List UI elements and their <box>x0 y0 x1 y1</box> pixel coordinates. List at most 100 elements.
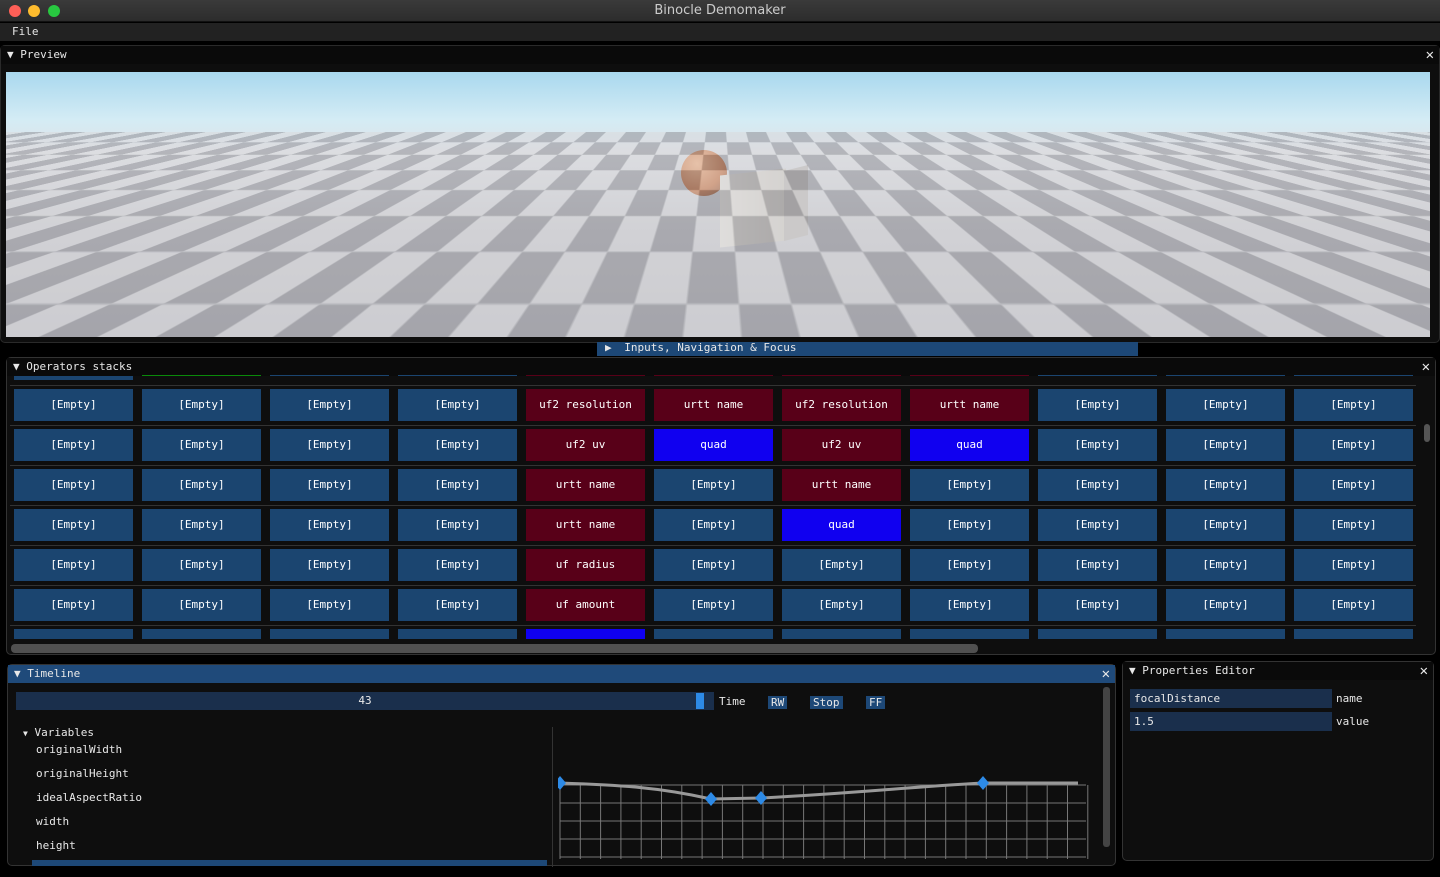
stack-header-10[interactable] <box>1294 375 1413 376</box>
operator-uniform[interactable]: urtt name <box>782 469 901 501</box>
operator-slot-empty[interactable]: [Empty] <box>1166 429 1285 461</box>
properties-header[interactable]: ▼ Properties Editor <box>1123 662 1433 680</box>
operator-uniform[interactable]: uf2 resolution <box>782 389 901 421</box>
operator-quad[interactable]: quad <box>910 429 1029 461</box>
variable-item[interactable]: width <box>36 815 69 828</box>
operator-slot-empty[interactable]: [Empty] <box>1294 469 1413 501</box>
operator-slot-empty[interactable]: [Empty] <box>398 429 517 461</box>
operator-slot-empty[interactable]: [Empty] <box>270 509 389 541</box>
operator-slot-empty[interactable]: [Empty] <box>1294 549 1413 581</box>
operator-uniform[interactable]: urtt name <box>910 389 1029 421</box>
operator-uniform[interactable]: urtt name <box>526 469 645 501</box>
operator-slot-empty[interactable]: [Empty] <box>14 469 133 501</box>
ff-button[interactable]: FF <box>866 696 886 709</box>
operator-slot-empty[interactable]: [Empty] <box>910 589 1029 621</box>
operator-slot-empty[interactable]: [Empty] <box>142 429 261 461</box>
operator-slot-empty[interactable] <box>654 629 773 639</box>
minimize-window-icon[interactable] <box>28 5 40 17</box>
operator-slot-empty[interactable]: [Empty] <box>1038 509 1157 541</box>
stack-header-1[interactable] <box>142 375 261 376</box>
operator-slot-empty[interactable]: [Empty] <box>1166 469 1285 501</box>
operator-slot-empty[interactable]: [Empty] <box>142 549 261 581</box>
variable-item[interactable]: idealAspectRatio <box>36 791 142 804</box>
stack-header-8[interactable] <box>1038 375 1157 376</box>
stack-header-6[interactable] <box>782 375 901 376</box>
time-slider[interactable]: 43 <box>16 692 714 710</box>
timeline-header[interactable]: ▼ Timeline <box>8 665 1115 683</box>
operator-slot-empty[interactable]: [Empty] <box>14 509 133 541</box>
operator-slot-empty[interactable] <box>782 629 901 639</box>
operator-slot-empty[interactable]: [Empty] <box>398 469 517 501</box>
operator-uniform[interactable]: urtt name <box>526 509 645 541</box>
operator-slot-empty[interactable] <box>14 629 133 639</box>
operator-slot-empty[interactable] <box>142 629 261 639</box>
keyframe-point[interactable] <box>705 792 717 806</box>
operator-slot-empty[interactable] <box>1166 629 1285 639</box>
vertical-scrollbar[interactable] <box>1424 424 1430 442</box>
preview-viewport[interactable] <box>6 72 1430 337</box>
operator-slot-empty[interactable]: [Empty] <box>654 589 773 621</box>
operator-uniform[interactable]: uf2 uv <box>526 429 645 461</box>
stack-header-4[interactable] <box>526 375 645 376</box>
operator-slot-empty[interactable]: [Empty] <box>270 549 389 581</box>
operator-slot-empty[interactable]: [Empty] <box>142 389 261 421</box>
stack-header-0[interactable] <box>14 376 133 380</box>
operator-slot-empty[interactable]: [Empty] <box>782 589 901 621</box>
operator-slot-empty[interactable] <box>1294 629 1413 639</box>
operator-slot-empty[interactable] <box>270 629 389 639</box>
operator-slot-empty[interactable]: [Empty] <box>270 389 389 421</box>
close-icon[interactable]: ✕ <box>1426 47 1434 63</box>
operator-slot-empty[interactable]: [Empty] <box>654 549 773 581</box>
selected-variable-row[interactable] <box>32 860 547 866</box>
operator-slot-empty[interactable]: [Empty] <box>270 429 389 461</box>
operator-slot-empty[interactable]: [Empty] <box>14 429 133 461</box>
operator-slot-empty[interactable]: [Empty] <box>1166 389 1285 421</box>
slider-grab[interactable] <box>695 693 704 709</box>
operator-slot-empty[interactable]: [Empty] <box>398 389 517 421</box>
operator-slot-empty[interactable]: [Empty] <box>142 469 261 501</box>
operator-quad[interactable]: quad <box>782 509 901 541</box>
zoom-window-icon[interactable] <box>48 5 60 17</box>
operator-slot-empty[interactable]: [Empty] <box>1038 429 1157 461</box>
operator-slot-empty[interactable]: [Empty] <box>398 549 517 581</box>
horizontal-scrollbar[interactable] <box>11 644 978 653</box>
variable-item[interactable]: height <box>36 839 76 852</box>
operator-uniform[interactable]: uf2 resolution <box>526 389 645 421</box>
operator-slot-empty[interactable]: [Empty] <box>1166 509 1285 541</box>
operator-slot-empty[interactable]: [Empty] <box>654 509 773 541</box>
operator-slot-empty[interactable]: [Empty] <box>910 549 1029 581</box>
operator-slot-empty[interactable]: [Empty] <box>398 509 517 541</box>
keyframe-point[interactable] <box>977 776 989 790</box>
operator-slot-empty[interactable]: [Empty] <box>654 469 773 501</box>
operator-slot-empty[interactable]: [Empty] <box>1038 469 1157 501</box>
inputs-navigation-panel[interactable]: ▶ Inputs, Navigation & Focus <box>597 342 1138 356</box>
operator-slot-empty[interactable]: [Empty] <box>910 509 1029 541</box>
stack-header-9[interactable] <box>1166 375 1285 376</box>
operator-slot-empty[interactable]: [Empty] <box>1294 589 1413 621</box>
operator-slot-empty[interactable]: [Empty] <box>1038 549 1157 581</box>
variables-tree-node[interactable]: ▼ Variables <box>23 726 94 739</box>
curve-editor[interactable] <box>558 773 1090 861</box>
operator-slot-empty[interactable]: [Empty] <box>1038 389 1157 421</box>
stack-header-5[interactable] <box>654 375 773 376</box>
close-window-icon[interactable] <box>9 5 21 17</box>
stack-header-3[interactable] <box>398 375 517 376</box>
operator-slot-empty[interactable]: [Empty] <box>142 509 261 541</box>
value-input[interactable]: 1.5 <box>1130 712 1332 731</box>
operator-slot-empty[interactable]: [Empty] <box>782 549 901 581</box>
operator-slot-empty[interactable]: [Empty] <box>1166 549 1285 581</box>
operator-slot-empty[interactable]: [Empty] <box>1166 589 1285 621</box>
rw-button[interactable]: RW <box>768 696 788 709</box>
timeline-scrollbar[interactable] <box>1103 687 1110 847</box>
operator-slot-empty[interactable]: [Empty] <box>1294 509 1413 541</box>
operator-slot-empty[interactable]: [Empty] <box>14 389 133 421</box>
close-icon[interactable]: ✕ <box>1420 663 1428 679</box>
operator-slot-empty[interactable]: [Empty] <box>910 469 1029 501</box>
operators-header[interactable]: ▼ Operators stacks <box>7 358 1435 376</box>
menu-file[interactable]: File <box>12 25 39 38</box>
operator-slot-empty[interactable]: [Empty] <box>142 589 261 621</box>
operator-uniform[interactable]: urtt name <box>654 389 773 421</box>
operator-uniform[interactable]: uf radius <box>526 549 645 581</box>
variable-item[interactable]: originalWidth <box>36 743 122 756</box>
operator-slot-empty[interactable]: [Empty] <box>1294 389 1413 421</box>
